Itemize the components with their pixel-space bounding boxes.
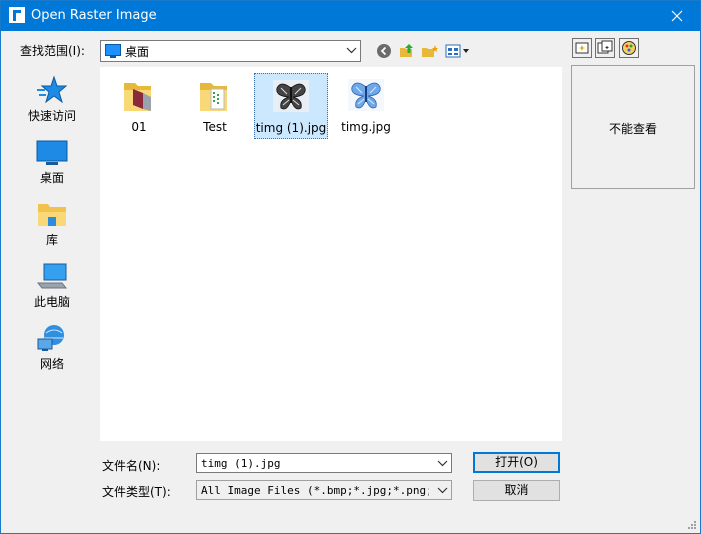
file-item-timg-1[interactable]: timg (1).jpg: [254, 73, 328, 139]
app-icon: [9, 7, 25, 23]
filetype-select[interactable]: All Image Files (*.bmp;*.jpg;*.png;*.ti: [196, 480, 452, 500]
up-folder-button[interactable]: [397, 41, 417, 61]
preview-color-button[interactable]: [619, 38, 639, 58]
view-menu-button[interactable]: [444, 41, 472, 61]
filetype-value: All Image Files (*.bmp;*.jpg;*.png;*.ti: [201, 484, 429, 497]
new-folder-button[interactable]: [420, 41, 440, 61]
preview-zoom-icon: [597, 40, 613, 54]
butterfly-image-icon: [273, 80, 309, 112]
preview-message: 不能查看: [608, 122, 657, 136]
title-bar: Open Raster Image: [1, 1, 700, 31]
place-label: 此电脑: [33, 295, 70, 309]
file-item-01[interactable]: 01: [103, 73, 175, 137]
place-label: 快速访问: [27, 109, 76, 123]
filename-label: 文件名(N):: [102, 459, 161, 473]
close-icon: [671, 10, 683, 22]
place-network[interactable]: 网络: [9, 317, 95, 375]
file-name: Test: [203, 120, 227, 134]
place-quick-access[interactable]: 快速访问: [9, 69, 95, 127]
preview-fit-button[interactable]: [572, 38, 592, 58]
folder-icon: [200, 83, 227, 111]
file-item-timg[interactable]: timg.jpg: [330, 73, 402, 137]
view-menu-icon: [445, 44, 469, 58]
file-name: 01: [131, 120, 147, 134]
new-folder-icon: [422, 45, 438, 57]
place-library[interactable]: 库: [9, 193, 95, 251]
file-list[interactable]: 01 Test timg (1).jpg timg.jpg: [100, 67, 562, 441]
desktop-icon: [105, 44, 121, 58]
look-in-label: 查找范围(I):: [20, 44, 85, 58]
preview-fit-icon: [575, 42, 589, 54]
place-label: 桌面: [39, 171, 64, 185]
desktop-icon: [36, 140, 68, 165]
preview-pane: 不能查看: [571, 65, 695, 189]
window-title: Open Raster Image: [31, 8, 157, 23]
open-raster-image-dialog: Open Raster Image 查找范围(I): 桌面 快速访问 桌面 库 …: [0, 0, 701, 534]
place-label: 库: [45, 233, 58, 247]
butterfly-image-icon: [348, 79, 384, 111]
places-bar: 快速访问 桌面 库 此电脑 网络: [9, 65, 95, 517]
up-folder-icon: [400, 44, 413, 57]
back-icon: [377, 44, 391, 58]
look-in-dropdown[interactable]: 桌面: [100, 40, 361, 62]
file-name: timg (1).jpg: [255, 121, 327, 135]
chevron-down-icon: [346, 47, 357, 54]
chevron-down-icon: [437, 460, 448, 467]
folder-icon: [124, 83, 151, 111]
file-item-test[interactable]: Test: [179, 73, 251, 137]
filetype-label: 文件类型(T):: [102, 485, 171, 499]
library-icon: [38, 204, 66, 226]
place-label: 网络: [39, 357, 64, 371]
star-icon: [37, 75, 68, 104]
computer-icon: [36, 263, 68, 289]
back-button[interactable]: [374, 41, 394, 61]
preview-color-icon: [622, 41, 636, 55]
resize-grip-icon[interactable]: [687, 520, 697, 530]
cancel-button[interactable]: 取消: [473, 480, 560, 501]
file-name: timg.jpg: [341, 120, 391, 134]
preview-zoom-button[interactable]: [595, 38, 615, 58]
close-button[interactable]: [654, 1, 700, 31]
filename-input[interactable]: timg (1).jpg: [196, 453, 452, 473]
chevron-down-icon: [437, 487, 448, 494]
place-this-pc[interactable]: 此电脑: [9, 255, 95, 313]
network-icon: [37, 325, 64, 351]
open-button[interactable]: 打开(O): [473, 452, 560, 473]
filename-value: timg (1).jpg: [201, 457, 281, 470]
look-in-value: 桌面: [125, 45, 150, 59]
place-desktop[interactable]: 桌面: [9, 131, 95, 189]
